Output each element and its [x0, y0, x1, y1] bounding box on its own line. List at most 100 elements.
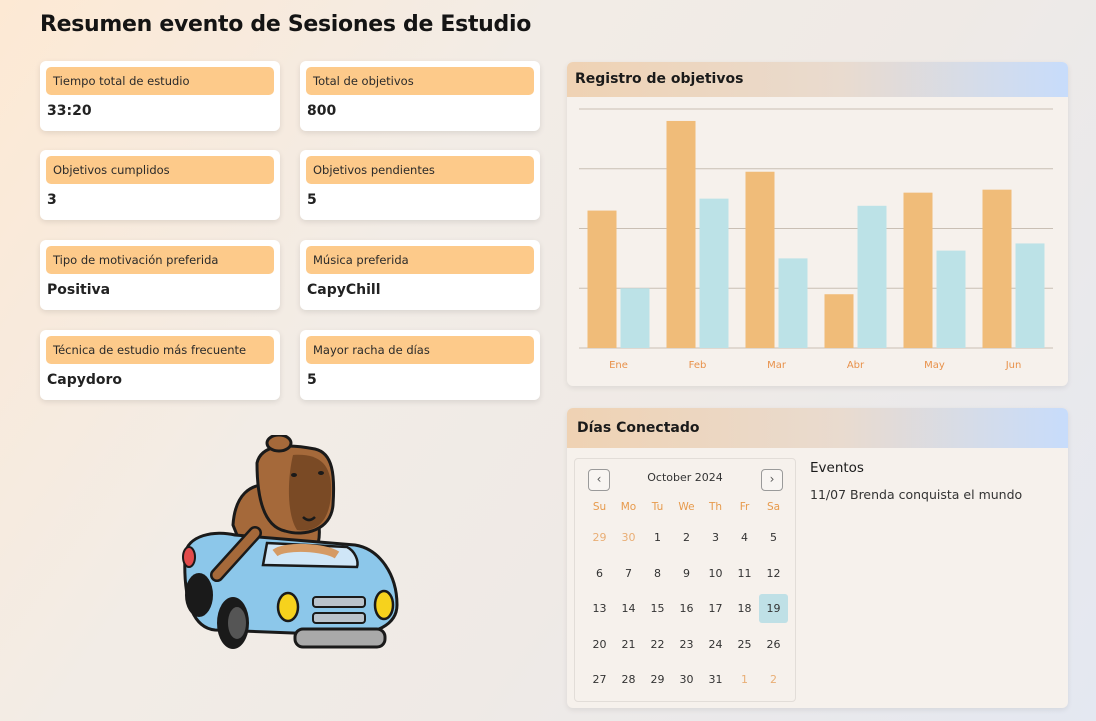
calendar-day[interactable]: 26	[759, 630, 788, 659]
calendar-weekday-label: Sa	[766, 501, 781, 513]
calendar-day[interactable]: 11	[730, 559, 759, 588]
events-title: Eventos	[810, 460, 864, 476]
calendar-weekday-label: Tu	[651, 501, 664, 513]
calendar-day[interactable]: 20	[585, 630, 614, 659]
chart-bar-series-1-may[interactable]	[903, 192, 933, 348]
calendar-day[interactable]: 8	[643, 559, 672, 588]
calendar-day[interactable]: 16	[672, 594, 701, 623]
calendar-day[interactable]: 14	[614, 594, 643, 623]
chart-bar-series-2-ene[interactable]	[620, 288, 650, 348]
chart-bar-series-1-ene[interactable]	[587, 210, 617, 348]
calendar-weekday-label: Fr	[739, 501, 750, 513]
calendar-week-row: 29 30 1 2 3 4 5	[585, 523, 788, 552]
calendar-day[interactable]: 27	[585, 665, 614, 694]
page-title: Resumen evento de Sesiones de Estudio	[40, 12, 532, 37]
calendar-day[interactable]: 17	[701, 594, 730, 623]
calendar-day[interactable]: 6	[585, 559, 614, 588]
calendar-day[interactable]: 3	[701, 523, 730, 552]
calendar-week-row: 20 21 22 23 24 25 26	[585, 630, 788, 659]
calendar-day[interactable]: 23	[672, 630, 701, 659]
stat-value: CapyChill	[307, 282, 381, 298]
calendar-day[interactable]: 28	[614, 665, 643, 694]
stat-value: 800	[307, 103, 337, 119]
stat-label: Música preferida	[306, 246, 534, 274]
calendar-day[interactable]: 5	[759, 523, 788, 552]
calendar-week-row: 6 7 8 9 10 11 12	[585, 559, 788, 588]
chart-x-tick-label: Ene	[609, 360, 628, 371]
stat-label: Tiempo total de estudio	[46, 67, 274, 95]
calendar-day[interactable]: 2	[672, 523, 701, 552]
calendar-day[interactable]: 10	[701, 559, 730, 588]
stat-label: Objetivos cumplidos	[46, 156, 274, 184]
calendar-day[interactable]: 30	[672, 665, 701, 694]
stat-card-longest-streak: Mayor racha de días 5	[300, 330, 540, 400]
stat-label: Tipo de motivación preferida	[46, 246, 274, 274]
calendar-weekday-label: Su	[592, 501, 607, 513]
capybara-car-illustration	[182, 435, 399, 649]
calendar-day[interactable]: 30	[614, 523, 643, 552]
calendar-day[interactable]: 7	[614, 559, 643, 588]
goals-chart-panel: Registro de objetivos Ene Feb Mar Abr May Jun	[567, 62, 1068, 386]
calendar-day[interactable]: 24	[701, 630, 730, 659]
goals-bar-chart: Ene Feb Mar Abr May Jun	[579, 108, 1053, 371]
stat-card-goals-completed: Objetivos cumplidos 3	[40, 150, 280, 220]
calendar-day[interactable]: 22	[643, 630, 672, 659]
calendar-day[interactable]: 15	[643, 594, 672, 623]
chart-bar-series-1-jun[interactable]	[982, 189, 1012, 348]
chart-bar-series-1-abr[interactable]	[824, 294, 854, 348]
stat-value: 33:20	[47, 103, 92, 119]
chart-x-tick-label: May	[924, 360, 945, 371]
stat-label: Técnica de estudio más frecuente	[46, 336, 274, 364]
chart-bar-series-1-feb[interactable]	[666, 120, 696, 348]
next-month-button[interactable]: ›	[761, 469, 783, 491]
stat-card-favorite-music: Música preferida CapyChill	[300, 240, 540, 310]
chart-bar-series-2-abr[interactable]	[857, 205, 887, 348]
connected-days-panel: Días Conectado ‹ October 2024 › Su Mo Tu We…	[567, 408, 1068, 708]
chart-x-tick-label: Abr	[847, 360, 865, 371]
stat-card-goals-pending: Objetivos pendientes 5	[300, 150, 540, 220]
stat-label: Objetivos pendientes	[306, 156, 534, 184]
calendar-day[interactable]: 13	[585, 594, 614, 623]
calendar-week-row: 13 14 15 16 17 18 19	[585, 594, 788, 623]
calendar-weekday-row: Su Mo Tu We Th Fr Sa	[585, 493, 788, 522]
chart-bar-series-1-mar[interactable]	[745, 171, 775, 348]
goals-panel-title: Registro de objetivos	[567, 62, 1068, 97]
chart-x-tick-label: Mar	[767, 360, 787, 371]
calendar-weekday-label: Mo	[620, 501, 637, 513]
event-item: 11/07 Brenda conquista el mundo	[810, 487, 1023, 502]
calendar-day[interactable]: 12	[759, 559, 788, 588]
stat-value: Positiva	[47, 282, 111, 298]
calendar-day[interactable]: 29	[643, 665, 672, 694]
stat-value: Capydoro	[47, 372, 123, 388]
chart-x-tick-label: Feb	[689, 360, 707, 371]
chart-x-tick-label: Jun	[1005, 360, 1022, 371]
stat-value: 5	[307, 192, 317, 208]
calendar-day[interactable]: 25	[730, 630, 759, 659]
calendar-day[interactable]: 31	[701, 665, 730, 694]
stat-card-motivation-type: Tipo de motivación preferida Positiva	[40, 240, 280, 310]
calendar-day[interactable]: 4	[730, 523, 759, 552]
calendar-day[interactable]: 1	[643, 523, 672, 552]
calendar-panel-title: Días Conectado	[567, 408, 1068, 448]
calendar-day[interactable]: 21	[614, 630, 643, 659]
stat-label: Total de objetivos	[306, 67, 534, 95]
calendar-day[interactable]: 18	[730, 594, 759, 623]
month-calendar: ‹ October 2024 › Su Mo Tu We Th Fr Sa 29 30 1 2 3 4 5…	[574, 458, 796, 702]
calendar-day[interactable]: 19	[759, 594, 788, 623]
chart-bar-series-2-feb[interactable]	[699, 198, 729, 348]
stat-card-total-goals: Total de objetivos 800	[300, 61, 540, 131]
chart-bar-series-2-may[interactable]	[936, 250, 966, 348]
calendar-day[interactable]: 9	[672, 559, 701, 588]
calendar-weekday-label: We	[678, 501, 695, 513]
calendar-weekday-label: Th	[708, 501, 723, 513]
stat-card-total-time: Tiempo total de estudio 33:20	[40, 61, 280, 131]
stat-value: 5	[307, 372, 317, 388]
stat-value: 3	[47, 192, 57, 208]
calendar-day[interactable]: 29	[585, 523, 614, 552]
chart-bar-series-2-jun[interactable]	[1015, 243, 1045, 348]
calendar-day[interactable]: 1	[730, 665, 759, 694]
calendar-week-row: 27 28 29 30 31 1 2	[585, 665, 788, 694]
stat-card-study-technique: Técnica de estudio más frecuente Capydor…	[40, 330, 280, 400]
calendar-day[interactable]: 2	[759, 665, 788, 694]
chart-bar-series-2-mar[interactable]	[778, 258, 808, 348]
